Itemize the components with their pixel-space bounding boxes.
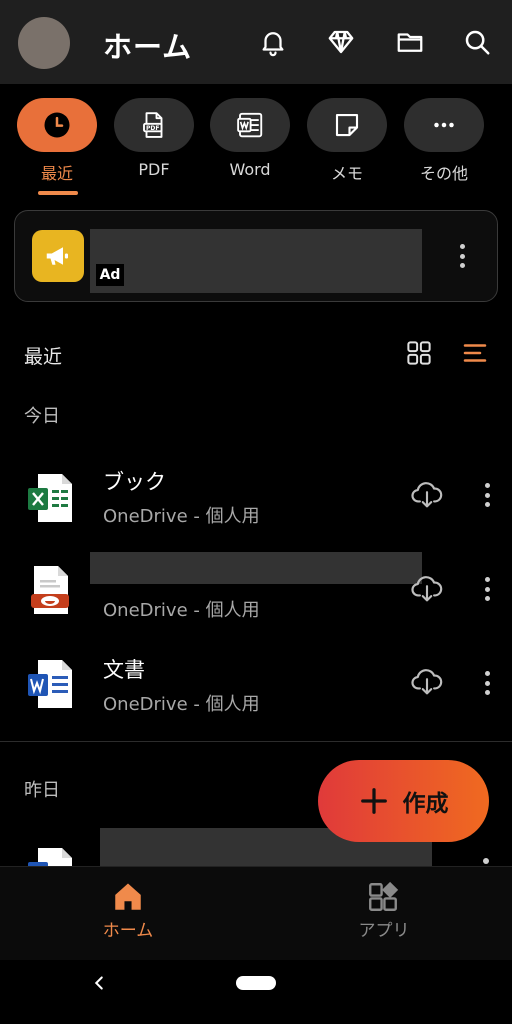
group-label-today: 今日	[24, 406, 60, 427]
premium-diamond-icon[interactable]	[321, 22, 361, 62]
list-view-icon[interactable]	[460, 338, 490, 368]
file-name-redacted	[90, 552, 422, 584]
category-memo[interactable]	[307, 98, 387, 152]
word-icon	[237, 112, 263, 138]
create-button-label: 作成	[402, 791, 449, 817]
cloud-download-icon[interactable]	[410, 478, 444, 512]
megaphone-icon	[32, 230, 84, 282]
group-label-yesterday: 昨日	[24, 780, 60, 801]
home-icon	[111, 880, 145, 914]
category-recent[interactable]	[17, 98, 97, 152]
file-more-options-icon[interactable]	[475, 480, 499, 510]
excel-file-icon	[26, 472, 74, 524]
system-navigation-bar	[0, 960, 512, 1024]
avatar[interactable]	[18, 17, 70, 69]
file-more-options-icon[interactable]	[475, 668, 499, 698]
bell-icon[interactable]	[253, 22, 293, 62]
grid-view-icon[interactable]	[404, 338, 434, 368]
category-other[interactable]	[404, 98, 484, 152]
nav-label-apps: アプリ	[358, 921, 410, 941]
word-file-icon	[26, 846, 74, 866]
folder-icon[interactable]	[390, 22, 430, 62]
file-name: 文書	[103, 658, 145, 682]
more-icon	[434, 122, 454, 128]
category-label-word: Word	[229, 160, 271, 179]
ad-badge: Ad	[96, 264, 124, 286]
app-root: ホーム PDF 最近 PDF Word メモ その他 Ad 最近 今日 ブック …	[0, 0, 512, 1024]
cloud-download-icon[interactable]	[410, 665, 444, 699]
create-button[interactable]: 作成	[318, 760, 489, 842]
category-label-recent: 最近	[40, 164, 73, 183]
active-tab-indicator	[38, 191, 78, 195]
group-divider	[0, 741, 512, 742]
word-file-icon	[26, 658, 74, 710]
svg-text:PDF: PDF	[146, 125, 159, 132]
pdf-icon: PDF	[143, 112, 163, 138]
nav-label-home: ホーム	[102, 921, 154, 941]
category-word[interactable]	[210, 98, 290, 152]
file-more-options-icon[interactable]	[475, 574, 499, 604]
file-location: OneDrive - 個人用	[103, 600, 260, 621]
file-location: OneDrive - 個人用	[103, 506, 260, 527]
page-title: ホーム	[103, 30, 193, 64]
category-label-memo: メモ	[330, 164, 363, 183]
file-more-options-icon[interactable]	[483, 858, 489, 864]
ad-more-options-icon[interactable]	[450, 241, 474, 271]
search-icon[interactable]	[457, 22, 497, 62]
file-name: ブック	[103, 470, 166, 494]
powerpoint-file-icon	[26, 564, 74, 616]
ad-content-redacted[interactable]	[90, 229, 422, 293]
cloud-download-icon[interactable]	[410, 572, 444, 606]
sticky-note-icon	[335, 113, 359, 137]
back-icon[interactable]	[88, 970, 110, 996]
category-label-other: その他	[419, 164, 468, 183]
plus-icon	[360, 788, 387, 814]
home-gesture-pill[interactable]	[236, 976, 276, 990]
category-label-pdf: PDF	[138, 160, 170, 179]
clock-icon	[44, 112, 70, 138]
apps-icon	[366, 880, 400, 914]
category-pdf[interactable]: PDF	[114, 98, 194, 152]
section-title-recent: 最近	[24, 346, 63, 368]
file-location: OneDrive - 個人用	[103, 694, 260, 715]
